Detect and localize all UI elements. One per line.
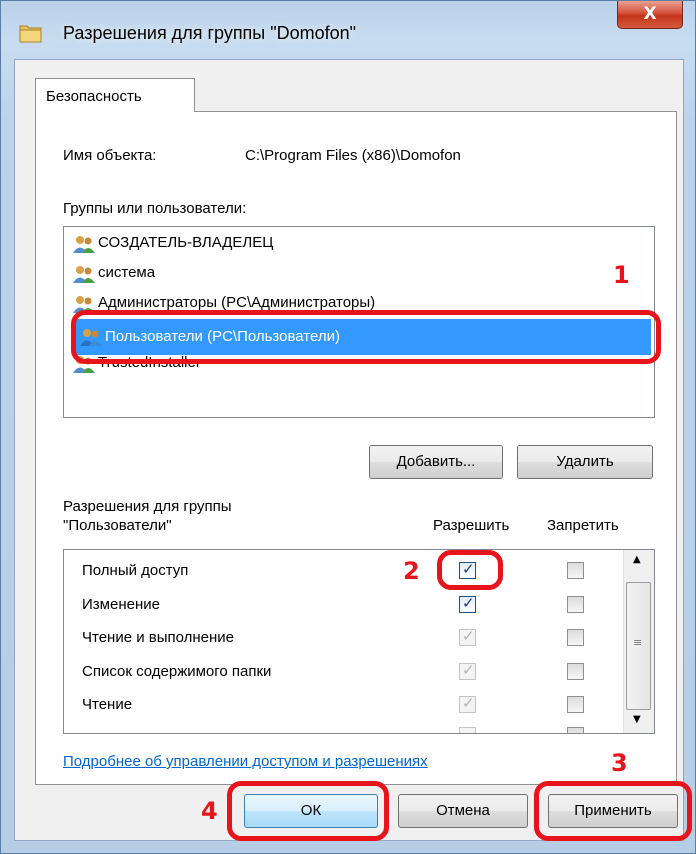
close-button[interactable]: X — [617, 1, 683, 29]
permission-label: Полный доступ — [82, 562, 189, 579]
checkmark-icon: ✓ — [462, 661, 475, 679]
scroll-down-icon[interactable]: ▼ — [633, 714, 641, 725]
groups-label: Группы или пользователи: — [63, 200, 247, 217]
remove-button-label: Удалить — [556, 453, 614, 470]
allow-next-checkbox[interactable] — [459, 727, 476, 733]
tab-security[interactable]: Безопасность — [35, 78, 195, 112]
window-title: Разрешения для группы "Domofon" — [63, 23, 357, 43]
users-icon — [72, 264, 96, 284]
list-item-label: Администраторы (PC\Администраторы) — [98, 294, 376, 311]
checkmark-icon: ✓ — [462, 594, 475, 612]
scroll-thumb[interactable]: ≡ — [626, 582, 651, 710]
column-deny-header: Запретить — [547, 517, 619, 534]
tab-security-label: Безопасность — [46, 88, 142, 105]
grip-icon: ≡ — [633, 636, 643, 649]
add-button[interactable]: Добавить... — [369, 445, 503, 479]
permissions-header-line2: "Пользователи" — [63, 517, 172, 534]
allow-read-execute-checkbox[interactable]: ✓ — [459, 627, 476, 646]
deny-next-checkbox[interactable] — [567, 727, 584, 733]
permission-label: Чтение — [82, 696, 133, 713]
list-item[interactable]: система — [68, 259, 652, 289]
folder-icon — [19, 23, 43, 43]
cancel-button-label: Отмена — [436, 802, 490, 819]
object-name-label: Имя объекта: — [63, 147, 157, 164]
title-bar[interactable]: Разрешения для группы "Domofon" X — [1, 1, 695, 59]
allow-read-checkbox[interactable]: ✓ — [459, 694, 476, 713]
permission-label: Список содержимого папки — [82, 663, 272, 680]
annotation-highlight-apply — [534, 781, 692, 841]
deny-full-access-checkbox[interactable] — [567, 562, 584, 579]
deny-read-execute-checkbox[interactable] — [567, 629, 584, 646]
access-control-help-link[interactable]: Подробнее об управлении доступом и разре… — [63, 753, 428, 770]
deny-modify-checkbox[interactable] — [567, 596, 584, 613]
deny-read-checkbox[interactable] — [567, 696, 584, 713]
permissions-list[interactable]: Полный доступ ✓ Изменение ✓ Чтение и вып… — [63, 549, 655, 734]
checkmark-icon: ✓ — [462, 627, 475, 645]
list-item[interactable]: СОЗДАТЕЛЬ-ВЛАДЕЛЕЦ — [68, 229, 652, 259]
annotation-highlight-users — [71, 310, 661, 364]
annotation-step-1: 1 — [613, 261, 630, 289]
permission-label: Чтение и выполнение — [82, 629, 235, 646]
list-item-label: СОЗДАТЕЛЬ-ВЛАДЕЛЕЦ — [98, 234, 274, 251]
deny-list-folder-checkbox[interactable] — [567, 663, 584, 680]
column-allow-header: Разрешить — [433, 517, 510, 534]
checkmark-icon: ✓ — [462, 694, 475, 712]
permissions-dialog: Разрешения для группы "Domofon" X Безопа… — [0, 0, 696, 854]
allow-list-folder-checkbox[interactable]: ✓ — [459, 661, 476, 680]
permission-label: Изменение — [82, 596, 160, 613]
scroll-up-icon[interactable]: ▲ — [633, 554, 641, 565]
annotation-step-2: 2 — [403, 557, 420, 585]
users-icon — [72, 234, 96, 254]
list-item-label: система — [98, 264, 156, 281]
annotation-step-3: 3 — [611, 749, 628, 777]
annotation-step-4: 4 — [201, 797, 218, 825]
object-name-value: C:\Program Files (x86)\Domofon — [245, 147, 461, 164]
close-icon: X — [643, 4, 657, 24]
allow-modify-checkbox[interactable]: ✓ — [459, 594, 476, 613]
remove-button[interactable]: Удалить — [517, 445, 653, 479]
add-button-label: Добавить... — [396, 453, 476, 470]
annotation-highlight-full-access — [437, 550, 503, 590]
permissions-scrollbar[interactable]: ▲ ≡ ▼ — [623, 550, 654, 733]
permissions-header-line1: Разрешения для группы — [63, 498, 232, 515]
annotation-highlight-ok — [227, 781, 389, 841]
cancel-button[interactable]: Отмена — [398, 794, 528, 828]
